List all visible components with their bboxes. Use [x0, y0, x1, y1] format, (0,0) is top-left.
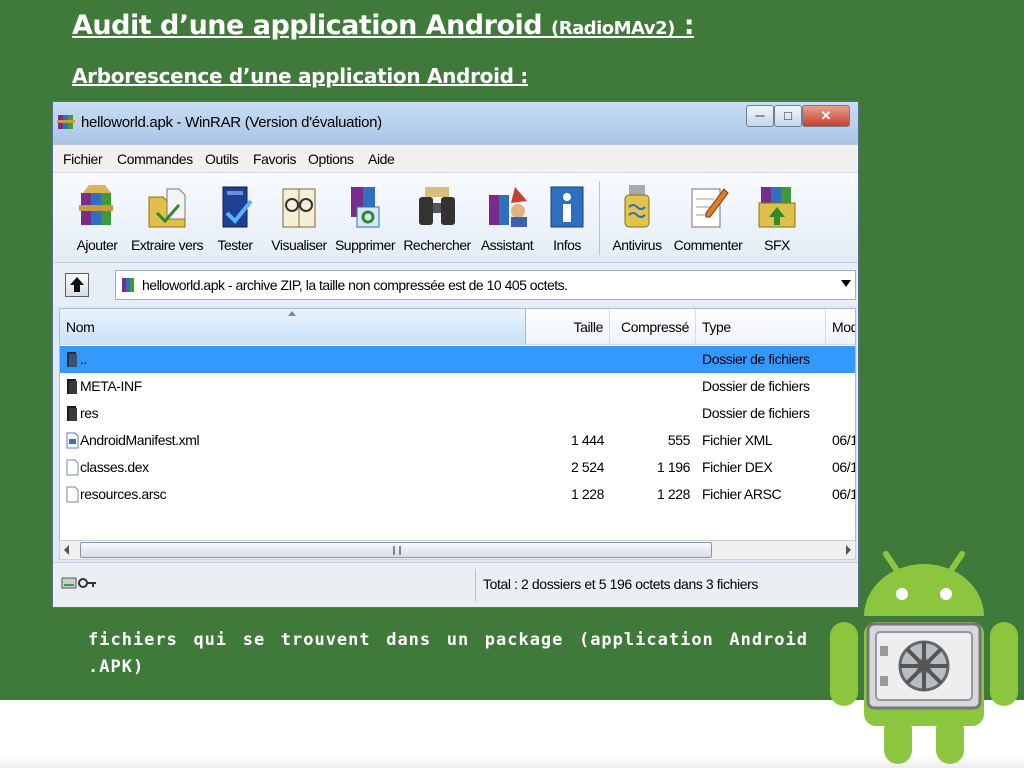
- horizontal-scrollbar[interactable]: [59, 540, 856, 560]
- file-row[interactable]: classes.dex 2 524 1 196 Fichier DEX 06/1: [60, 454, 855, 481]
- file-list: Nom Taille Compressé Type Mod .. Dossier…: [59, 308, 856, 542]
- file-row[interactable]: res Dossier de fichiers: [60, 400, 855, 427]
- slide-subtitle: Arborescence d’une application Android :: [72, 64, 529, 88]
- winrar-app-icon: [57, 115, 75, 129]
- scrollbar-grip-icon: [393, 546, 401, 555]
- sort-up-icon: [288, 311, 296, 316]
- up-arrow-icon: [70, 277, 84, 292]
- slide-title-colon: :: [683, 10, 695, 41]
- up-folder-button[interactable]: [65, 273, 89, 297]
- wizard-icon: [489, 187, 527, 227]
- minimize-button[interactable]: ─: [746, 105, 774, 127]
- android-vault-icon: [830, 551, 1018, 764]
- slide-title: Audit d’une application Android (RadioMA…: [72, 10, 695, 41]
- sfx-box-icon: [758, 187, 796, 228]
- window-titlebar[interactable]: helloworld.apk - WinRAR (Version d'évalu…: [53, 102, 858, 144]
- window-title: helloworld.apk - WinRAR (Version d'évalu…: [81, 114, 382, 131]
- column-header-size[interactable]: Taille: [526, 309, 610, 345]
- status-total-text: Total : 2 dossiers et 5 196 octets dans …: [483, 576, 758, 592]
- folder-icon: [67, 406, 77, 421]
- column-header-compressed[interactable]: Compressé: [610, 309, 696, 345]
- test-check-icon: [222, 186, 253, 228]
- scrollbar-thumb[interactable]: [80, 542, 712, 558]
- close-button[interactable]: ✕: [802, 105, 850, 127]
- file-row[interactable]: resources.arsc 1 228 1 228 Fichier ARSC …: [60, 481, 855, 508]
- column-header-name[interactable]: Nom: [60, 309, 526, 345]
- menu-bar: Fichier Commandes Outils Favoris Options…: [53, 144, 858, 172]
- slide-title-main: Audit d’une application Android: [72, 10, 543, 41]
- menu-options[interactable]: Options: [308, 151, 354, 167]
- winrar-window: helloworld.apk - WinRAR (Version d'évalu…: [52, 101, 859, 608]
- recycle-delete-icon: [351, 187, 380, 228]
- archive-path-text: helloworld.apk - archive ZIP, la taille …: [142, 277, 568, 293]
- caption-line-1: fichiers qui se trouvent dans un package…: [88, 630, 808, 650]
- maximize-button[interactable]: □: [774, 105, 802, 127]
- slide-caption: fichiers qui se trouvent dans un package…: [88, 627, 808, 681]
- folder-icon: [67, 379, 77, 394]
- info-icon: [550, 186, 584, 228]
- column-header-type[interactable]: Type: [696, 309, 826, 345]
- menu-commandes[interactable]: Commandes: [117, 151, 193, 167]
- address-bar: helloworld.apk - archive ZIP, la taille …: [53, 262, 858, 306]
- column-header-modified[interactable]: Mod: [826, 309, 855, 345]
- slide-title-paren: (RadioMAv2): [550, 18, 675, 39]
- toolbar-supprimer-button[interactable]: Supprimer: [327, 179, 403, 259]
- extract-folder-icon: [148, 188, 186, 228]
- menu-aide[interactable]: Aide: [368, 151, 395, 167]
- glasses-book-icon: [282, 188, 316, 228]
- archive-path-field[interactable]: helloworld.apk - archive ZIP, la taille …: [115, 270, 856, 300]
- comment-pen-icon: [691, 188, 729, 228]
- file-icon: [66, 459, 79, 476]
- scroll-left-icon[interactable]: [64, 545, 69, 555]
- xml-file-icon: [66, 432, 79, 449]
- file-row[interactable]: AndroidManifest.xml 1 444 555 Fichier XM…: [60, 427, 855, 454]
- file-icon: [66, 486, 79, 503]
- folder-icon: [67, 352, 77, 367]
- status-bar: Total : 2 dossiers et 5 196 octets dans …: [53, 562, 858, 607]
- books-add-icon: [79, 185, 113, 225]
- antivirus-icon: [624, 185, 650, 228]
- menu-favoris[interactable]: Favoris: [253, 151, 297, 167]
- file-row[interactable]: META-INF Dossier de fichiers: [60, 373, 855, 400]
- toolbar-sfx-button[interactable]: SFX: [739, 179, 815, 259]
- binoculars-icon: [419, 187, 455, 225]
- menu-outils[interactable]: Outils: [205, 151, 239, 167]
- toolbar: Ajouter Extraire vers Tester Visualiser …: [53, 172, 858, 262]
- drive-key-icon: [61, 577, 96, 589]
- archive-icon: [122, 278, 134, 292]
- caption-line-2: .APK): [88, 657, 145, 677]
- dropdown-arrow-icon[interactable]: [841, 280, 851, 287]
- file-row-parent[interactable]: .. Dossier de fichiers: [60, 346, 855, 373]
- menu-fichier[interactable]: Fichier: [63, 151, 103, 167]
- toolbar-label: SFX: [764, 237, 790, 253]
- status-divider: [475, 569, 476, 601]
